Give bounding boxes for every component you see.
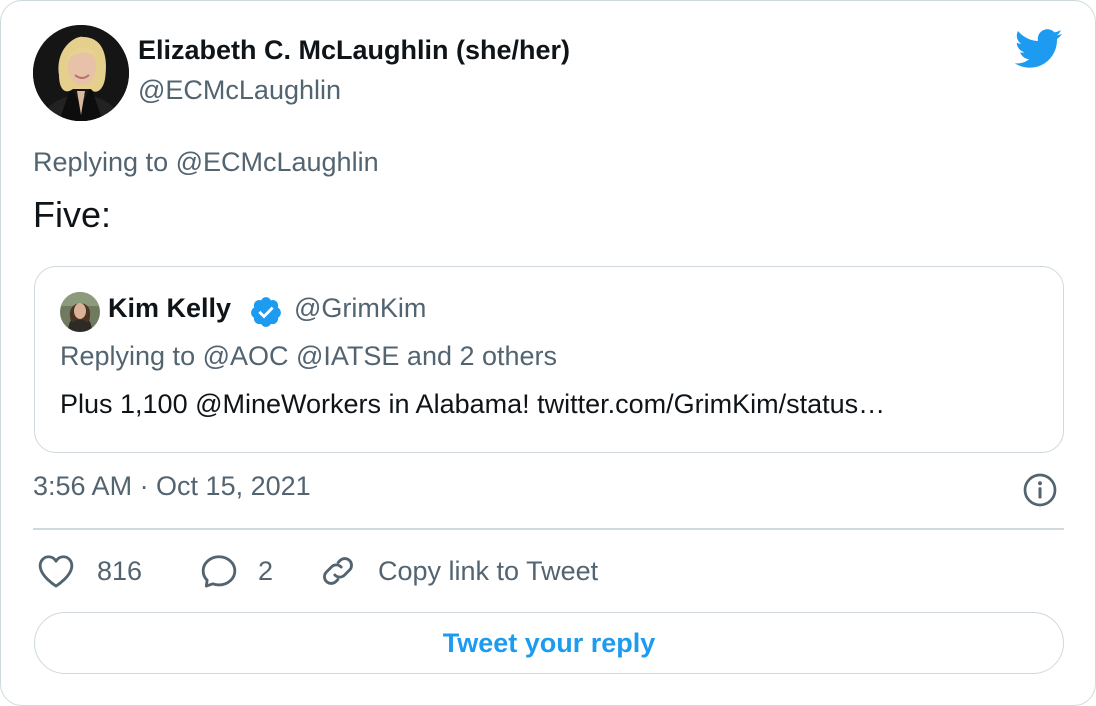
heart-icon[interactable]	[37, 553, 75, 589]
quoted-author-handle[interactable]: @GrimKim	[294, 293, 426, 324]
quoted-author-avatar[interactable]	[60, 292, 100, 332]
tweet-timestamp[interactable]: 3:56 AM · Oct 15, 2021	[33, 471, 311, 502]
link-icon[interactable]	[319, 552, 357, 590]
author-handle[interactable]: @ECMcLaughlin	[138, 75, 341, 106]
copy-link-label[interactable]: Copy link to Tweet	[378, 556, 598, 587]
author-name[interactable]: Elizabeth C. McLaughlin (she/her)	[138, 35, 570, 66]
quoted-tweet-text[interactable]: Plus 1,100 @MineWorkers in Alabama! twit…	[60, 389, 885, 420]
verified-badge-icon	[249, 295, 283, 329]
twitter-bird-icon[interactable]	[1014, 29, 1063, 69]
like-count: 816	[97, 555, 143, 586]
info-icon[interactable]	[1022, 472, 1058, 508]
replying-to[interactable]: Replying to @ECMcLaughlin	[33, 147, 379, 178]
quoted-replying-to[interactable]: Replying to @AOC @IATSE and 2 others	[60, 341, 557, 372]
reply-action[interactable]: 2	[200, 549, 273, 593]
tweet-your-reply-button[interactable]: Tweet your reply	[34, 612, 1064, 674]
like-action[interactable]: 816	[37, 549, 142, 593]
author-avatar[interactable]	[33, 25, 129, 121]
reply-bubble-icon[interactable]	[200, 553, 238, 589]
quoted-author-name[interactable]: Kim Kelly	[108, 293, 231, 324]
tweet-embed-card: Elizabeth C. McLaughlin (she/her) @ECMcL…	[0, 0, 1096, 706]
quoted-tweet[interactable]: Kim Kelly @GrimKim Replying to @AOC @IAT…	[34, 266, 1064, 453]
tweet-text: Five:	[33, 194, 112, 235]
copy-link-action[interactable]: Copy link to Tweet	[319, 549, 598, 593]
reply-count: 2	[258, 555, 274, 586]
divider	[33, 528, 1064, 530]
